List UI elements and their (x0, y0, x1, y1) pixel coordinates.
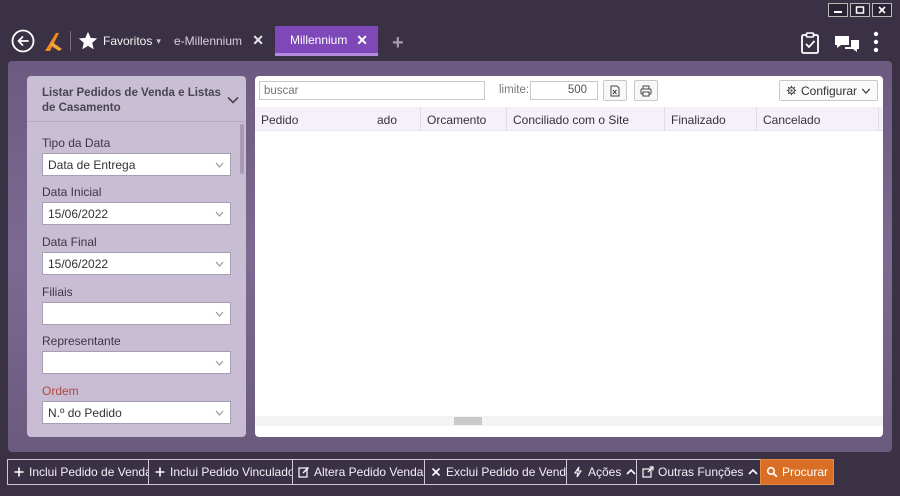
column-header[interactable]: Finalizado (665, 107, 757, 131)
favorites-menu[interactable]: Favoritos ▾ (77, 28, 161, 54)
window-controls (828, 3, 892, 17)
limit-input[interactable]: 500 (530, 81, 598, 100)
excel-icon (610, 85, 620, 96)
search-input[interactable] (259, 81, 485, 100)
close-window-button[interactable] (872, 3, 892, 17)
close-icon (878, 6, 886, 14)
configure-button[interactable]: Configurar (779, 80, 878, 101)
chevron-down-icon (215, 211, 224, 217)
inclui-pedido-vinculado-button[interactable]: Inclui Pedido Vinculado (148, 459, 301, 485)
chevron-down-icon[interactable] (227, 96, 239, 104)
clipboard-check-icon[interactable] (800, 31, 820, 55)
tipo-data-select[interactable]: Data de Entrega (42, 153, 231, 176)
button-label: Exclui Pedido de Venda (446, 465, 573, 479)
data-final-input[interactable]: 15/06/2022 (42, 252, 231, 275)
exclui-pedido-venda-button[interactable]: Exclui Pedido de Venda (424, 459, 579, 485)
search-icon (766, 466, 778, 478)
column-header[interactable]: Orcamento (421, 107, 507, 131)
minimize-icon (834, 11, 842, 13)
representante-select[interactable] (42, 351, 231, 374)
horizontal-scrollbar[interactable] (255, 416, 883, 426)
chevron-down-icon (215, 410, 224, 416)
action-bar: Inclui Pedido de Venda Inclui Pedido Vin… (0, 454, 900, 496)
filiais-select[interactable] (42, 302, 231, 325)
select-value: 15/06/2022 (48, 257, 109, 271)
button-label: Altera Pedido Venda (314, 465, 424, 479)
results-panel: limite: 500 Configurar (255, 76, 883, 437)
select-value: 15/06/2022 (48, 207, 109, 221)
column-header[interactable]: Pedido (255, 107, 377, 131)
logo-icon[interactable] (42, 29, 64, 53)
tab-label: Millennium (290, 32, 348, 47)
chevron-down-icon (215, 311, 224, 317)
printer-icon (640, 85, 652, 96)
top-toolbar: Favoritos ▾ e-Millennium ✕ Millennium ✕ … (0, 22, 900, 60)
column-header[interactable]: Conciliado com o Site (507, 107, 665, 131)
star-icon (78, 31, 98, 50)
maximize-button[interactable] (850, 3, 870, 17)
back-arrow-icon[interactable] (11, 29, 35, 53)
chevron-down-icon (215, 261, 224, 267)
field-label-representante: Representante (42, 334, 121, 348)
altera-pedido-venda-button[interactable]: Altera Pedido Venda (292, 459, 430, 485)
select-value: N.º do Pedido (48, 406, 122, 420)
external-icon (642, 466, 654, 478)
outras-funcoes-button[interactable]: Outras Funções (636, 459, 766, 485)
gear-icon (786, 85, 797, 96)
add-tab-button[interactable]: + (392, 33, 404, 53)
button-label: Procurar (782, 465, 829, 479)
chevron-up-icon (748, 468, 758, 475)
chevron-down-icon (215, 360, 224, 366)
chevron-down-icon: ▾ (156, 35, 161, 46)
tab-e-millennium[interactable]: e-Millennium ✕ (168, 26, 270, 56)
ordem-select[interactable]: N.º do Pedido (42, 401, 231, 424)
limit-label: limite: (499, 84, 530, 96)
field-label-data-inicial: Data Inicial (42, 185, 102, 199)
field-label-ordem: Ordem (42, 384, 79, 398)
filter-scrollbar[interactable] (240, 124, 244, 174)
button-label: Inclui Pedido de Venda (29, 465, 152, 479)
main-content: Listar Pedidos de Venda e Listas de Casa… (8, 61, 892, 452)
configure-label: Configurar (800, 83, 858, 98)
tab-millennium[interactable]: Millennium ✕ (275, 26, 378, 56)
chevron-down-icon (861, 88, 871, 94)
field-label-data-final: Data Final (42, 235, 97, 249)
filter-panel-title: Listar Pedidos de Venda e Listas de Casa… (42, 87, 221, 114)
edit-icon (298, 467, 309, 478)
tab-label: e-Millennium (174, 34, 243, 48)
column-header[interactable]: Cancelado (757, 107, 879, 131)
x-icon (431, 467, 441, 477)
inclui-pedido-venda-button[interactable]: Inclui Pedido de Venda (7, 459, 158, 485)
filter-panel-header[interactable]: Listar Pedidos de Venda e Listas de Casa… (27, 76, 246, 122)
close-tab-icon[interactable]: ✕ (356, 32, 368, 49)
print-button[interactable] (634, 80, 658, 101)
select-value: Data de Entrega (48, 158, 136, 172)
favorites-label: Favoritos (103, 34, 153, 48)
data-inicial-input[interactable]: 15/06/2022 (42, 202, 231, 225)
acoes-button[interactable]: Ações (566, 459, 644, 485)
toolbar-separator (70, 31, 71, 51)
minimize-button[interactable] (828, 3, 848, 17)
field-label-filiais: Filiais (42, 285, 73, 299)
button-label: Ações (588, 465, 622, 479)
filter-panel: Listar Pedidos de Venda e Listas de Casa… (27, 76, 246, 437)
plus-icon (14, 467, 24, 477)
button-label: Inclui Pedido Vinculado (170, 465, 295, 479)
close-tab-icon[interactable]: ✕ (252, 32, 264, 49)
chat-icon[interactable] (834, 34, 860, 54)
button-label: Outras Funções (658, 465, 744, 479)
procurar-button[interactable]: Procurar (760, 459, 835, 485)
bolt-icon (573, 466, 583, 478)
grid-header: Pedido ado Orcamento Conciliado com o Si… (255, 107, 883, 131)
chevron-down-icon (215, 162, 224, 168)
export-excel-button[interactable] (603, 80, 627, 101)
scrollbar-thumb[interactable] (454, 417, 482, 425)
more-vertical-icon[interactable] (872, 31, 880, 53)
maximize-icon (855, 6, 865, 14)
field-label-tipo-data: Tipo da Data (42, 136, 111, 150)
column-header[interactable]: ado (371, 107, 421, 131)
plus-icon (155, 467, 165, 477)
